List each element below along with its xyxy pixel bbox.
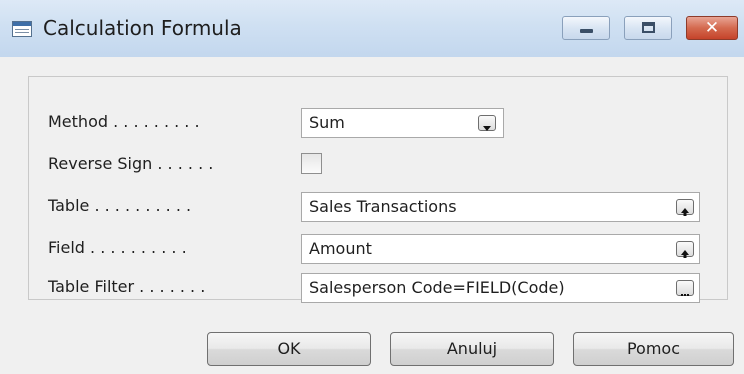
assist-edit-icon[interactable] — [676, 280, 694, 296]
dropdown-arrow-icon[interactable] — [478, 115, 496, 131]
table-filter-label: Table Filter . . . . . . . — [48, 277, 206, 296]
close-icon: ✕ — [704, 18, 720, 38]
lookup-arrow-icon[interactable] — [676, 199, 694, 216]
help-button[interactable]: Pomoc — [573, 332, 734, 366]
maximize-icon — [642, 22, 655, 33]
field-value: Amount — [309, 239, 372, 258]
lookup-arrow-icon[interactable] — [676, 241, 694, 258]
ok-button[interactable]: OK — [207, 332, 371, 366]
table-filter-field[interactable]: Salesperson Code=FIELD(Code) — [301, 273, 700, 303]
reverse-sign-checkbox[interactable] — [301, 153, 322, 174]
table-field[interactable]: Sales Transactions — [301, 192, 700, 222]
method-label: Method . . . . . . . . . — [48, 112, 200, 131]
dialog-body: Method . . . . . . . . . Sum Reverse Sig… — [0, 57, 744, 374]
title-bar[interactable]: Calculation Formula ✕ — [0, 0, 744, 58]
table-label: Table . . . . . . . . . . — [48, 196, 192, 215]
window-title: Calculation Formula — [43, 16, 242, 40]
maximize-button[interactable] — [624, 16, 672, 40]
reverse-sign-label: Reverse Sign . . . . . . — [48, 154, 214, 173]
minimize-icon — [580, 29, 593, 33]
minimize-button[interactable] — [562, 16, 610, 40]
form-group-box: Method . . . . . . . . . Sum Reverse Sig… — [28, 76, 728, 303]
method-value: Sum — [309, 113, 345, 132]
field-field[interactable]: Amount — [301, 234, 700, 264]
close-button[interactable]: ✕ — [686, 16, 738, 40]
table-filter-value: Salesperson Code=FIELD(Code) — [309, 278, 565, 297]
cancel-button[interactable]: Anuluj — [390, 332, 554, 366]
table-value: Sales Transactions — [309, 197, 457, 216]
form-window-icon — [12, 21, 32, 37]
method-select[interactable]: Sum — [301, 108, 504, 138]
field-label: Field . . . . . . . . . . — [48, 238, 187, 257]
